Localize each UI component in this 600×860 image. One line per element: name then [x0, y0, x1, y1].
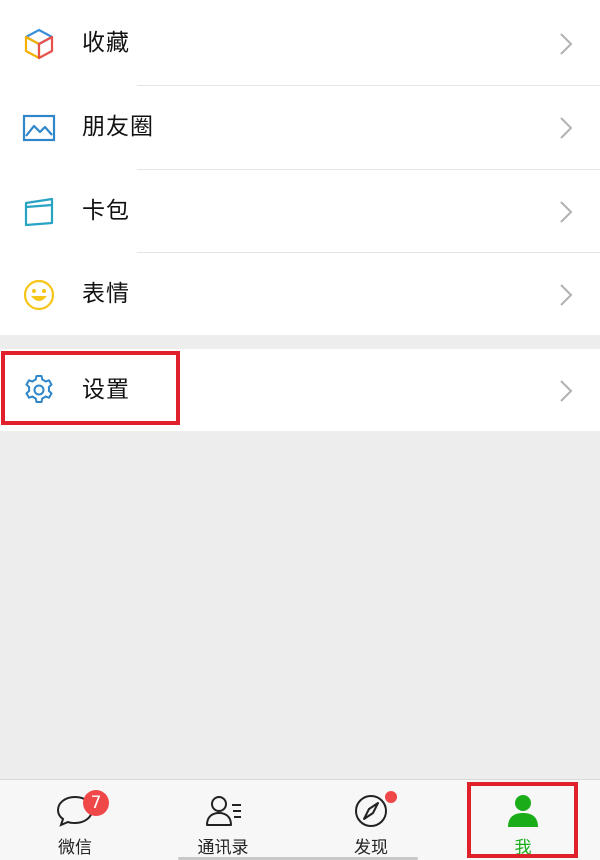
picture-icon [22, 111, 56, 145]
menu-item-label: 表情 [82, 281, 130, 307]
person-icon [503, 792, 543, 830]
contacts-icon [203, 792, 243, 830]
bottom-tab-bar: 7 微信 通讯录 发现 我 [0, 779, 600, 860]
menu-item-label: 卡包 [82, 198, 130, 224]
chevron-right-icon [558, 116, 574, 140]
menu-item-settings[interactable]: 设置 [0, 349, 600, 431]
tab-discover[interactable]: 发现 [296, 780, 446, 860]
menu-group-main: 收藏 朋友圈 卡包 表情 [0, 0, 600, 335]
menu-item-label: 收藏 [82, 30, 130, 56]
cube-icon [22, 27, 56, 61]
chevron-right-icon [558, 200, 574, 224]
tab-label: 我 [514, 838, 532, 858]
menu-item-favorites[interactable]: 收藏 [0, 1, 600, 85]
menu-group-settings: 设置 [0, 349, 600, 431]
card-icon [22, 195, 56, 229]
new-content-dot [385, 791, 397, 803]
smiley-icon [22, 278, 56, 312]
tab-label: 微信 [58, 838, 92, 858]
chevron-right-icon [558, 379, 574, 403]
chevron-right-icon [558, 32, 574, 56]
chevron-right-icon [558, 283, 574, 307]
tab-label: 发现 [354, 838, 388, 858]
tab-contacts[interactable]: 通讯录 [148, 780, 298, 860]
tab-chats[interactable]: 7 微信 [0, 780, 150, 860]
menu-item-cards[interactable]: 卡包 [0, 169, 600, 253]
tab-me[interactable]: 我 [448, 780, 598, 860]
menu-item-stickers[interactable]: 表情 [0, 252, 600, 336]
tab-label: 通讯录 [197, 838, 249, 858]
unread-badge: 7 [83, 790, 109, 816]
menu-item-label: 设置 [82, 377, 130, 403]
menu-item-label: 朋友圈 [82, 114, 154, 140]
menu-item-moments[interactable]: 朋友圈 [0, 85, 600, 169]
gear-icon [22, 373, 56, 407]
